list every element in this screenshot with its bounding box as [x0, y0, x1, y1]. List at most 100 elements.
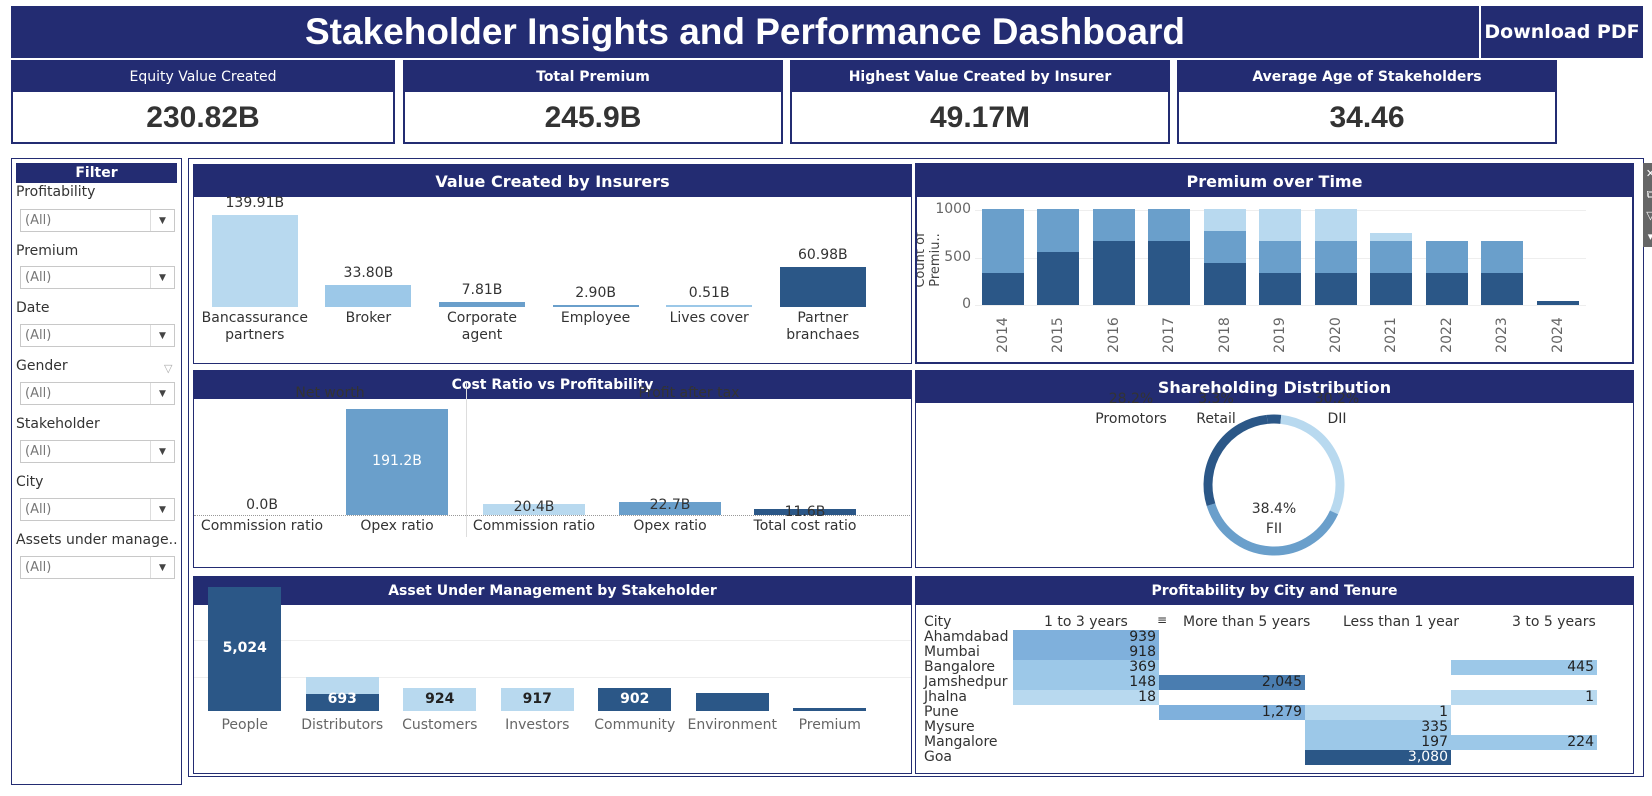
filter-label-gender: Gender: [16, 358, 68, 374]
value-cell: 369: [1013, 660, 1159, 675]
stacked-bar-segment: [981, 272, 1024, 305]
bar: [779, 266, 866, 307]
column-header-3-5[interactable]: 3 to 5 years: [1512, 614, 1596, 630]
data-label: 902: [620, 691, 650, 707]
kpi-card-equity-value: Equity Value Created 230.82B: [11, 60, 395, 144]
close-icon[interactable]: ✕: [1643, 163, 1652, 184]
shareholding-panel: Shareholding Distribution 28.2% Promotors…: [915, 370, 1634, 568]
value-cell: 224: [1451, 735, 1597, 750]
filter-label-premium: Premium: [16, 243, 79, 259]
kpi-card-total-premium: Total Premium 245.9B: [403, 60, 783, 144]
stacked-bar-segment: [1370, 272, 1413, 305]
data-label: 2.90B: [575, 285, 616, 301]
data-label: 917: [522, 691, 552, 707]
slice-name-label: FII: [1265, 521, 1283, 537]
chevron-down-icon[interactable]: ▼: [150, 499, 174, 520]
stacked-bar-segment: [1037, 252, 1080, 305]
filter-label-stakeholder: Stakeholder: [16, 416, 100, 432]
stacked-bar-segment: [1037, 208, 1080, 253]
column-header-1-3[interactable]: 1 to 3 years: [1044, 614, 1128, 630]
data-label: 60.98B: [797, 246, 848, 263]
cost-ratio-panel: Cost Ratio vs Profitability Net worth Pro…: [193, 370, 912, 568]
column-header-5plus[interactable]: More than 5 years: [1183, 614, 1310, 630]
panel-title: Asset Under Management by Stakeholder: [194, 577, 911, 605]
y-axis-label: Count of Premiu..: [915, 232, 943, 288]
x-tick-label: 2019: [1272, 317, 1289, 353]
chevron-down-icon[interactable]: ▼: [150, 267, 174, 288]
panel-title: Premium over Time: [917, 165, 1632, 197]
city-cell: Bangalore: [924, 659, 996, 675]
kpi-value: 34.46: [1329, 101, 1405, 134]
filter-title: Filter: [16, 163, 177, 183]
column-header-city[interactable]: City: [924, 614, 951, 630]
stacked-bar-segment: [1092, 240, 1135, 305]
data-label: 191.2B: [372, 453, 422, 469]
value-cell: 18: [1013, 690, 1159, 705]
stakeholder-filter-select[interactable]: (All) ▼: [20, 440, 175, 463]
kpi-value: 245.9B: [544, 101, 642, 134]
city-filter-select[interactable]: (All) ▼: [20, 498, 175, 521]
value-cell: 3,080: [1305, 750, 1451, 765]
kpi-label: Average Age of Stakeholders: [1179, 62, 1555, 92]
category-label: Commission ratio: [472, 518, 596, 534]
premium-over-time-panel: Premium over Time 0 500 1000 Count of Premi…: [915, 163, 1634, 364]
stacked-bar-segment: [1481, 272, 1524, 305]
table-row: Mysure 335: [916, 720, 1633, 735]
value-cell: 1: [1451, 690, 1597, 705]
bar: [793, 708, 867, 711]
panel-title: Profitability by City and Tenure: [916, 577, 1633, 605]
chevron-down-icon[interactable]: ▼: [150, 441, 174, 462]
assets-filter-select[interactable]: (All) ▼: [20, 556, 175, 579]
filter-panel: Filter Profitability (All) ▼ Premium (Al…: [11, 158, 182, 785]
select-value: (All): [25, 502, 52, 517]
table-row: Jhalna 18 1: [916, 690, 1633, 705]
category-label: Opex ratio: [360, 518, 434, 534]
funnel-icon[interactable]: ▽: [164, 362, 172, 375]
data-label: 0.51B: [688, 285, 730, 301]
select-value: (All): [25, 213, 52, 228]
value-cell: 148: [1013, 675, 1159, 690]
stacked-bar-segment: [1314, 208, 1357, 241]
donut-svg: [1203, 414, 1345, 556]
stacked-bar-segment: [1425, 240, 1468, 273]
category-label: Opex ratio: [633, 518, 707, 534]
city-cell: Mumbai: [924, 644, 980, 660]
chevron-down-icon[interactable]: ▼: [150, 325, 174, 346]
more-icon[interactable]: ▾: [1643, 226, 1652, 247]
x-tick-label: 2018: [1216, 317, 1233, 353]
filter-icon[interactable]: ▽: [1643, 205, 1652, 226]
stacked-bar-segment: [1370, 233, 1413, 241]
value-cell: 2,045: [1159, 675, 1305, 690]
slice-percent-label: 38.4%: [1251, 501, 1297, 517]
chevron-down-icon[interactable]: ▼: [150, 210, 174, 231]
sort-icon[interactable]: ≡: [1157, 613, 1167, 627]
slice-percent-label: 30.2%: [1314, 391, 1360, 407]
kpi-label: Total Premium: [405, 62, 781, 92]
kpi-card-highest-value: Highest Value Created by Insurer 49.17M: [790, 60, 1170, 144]
x-tick-label: 2023: [1494, 317, 1511, 353]
category-label: People: [221, 717, 268, 733]
value-cell: 939: [1013, 630, 1159, 645]
stacked-bar-segment: [1259, 272, 1302, 305]
gender-filter-select[interactable]: (All) ▼: [20, 382, 175, 405]
category-label: Employee: [560, 310, 631, 326]
date-filter-select[interactable]: (All) ▼: [20, 324, 175, 347]
filter-label-assets: Assets under manage..: [16, 532, 178, 548]
stacked-bar-segment: [1536, 301, 1579, 305]
value-created-panel: Value Created by Insurers 139.91B Bancass…: [193, 164, 912, 364]
chevron-down-icon[interactable]: ▼: [150, 383, 174, 404]
group-title: Profit after tax: [638, 385, 740, 401]
stacked-bar-segment: [1425, 272, 1468, 305]
profitability-filter-select[interactable]: (All) ▼: [20, 209, 175, 232]
premium-filter-select[interactable]: (All) ▼: [20, 266, 175, 289]
category-label: Commission ratio: [200, 518, 324, 534]
chevron-down-icon[interactable]: ▼: [150, 557, 174, 578]
column-header-lt1[interactable]: Less than 1 year: [1343, 614, 1459, 630]
stacked-bar-segment: [1092, 208, 1135, 241]
select-value: (All): [25, 560, 52, 575]
stacked-bar-segment: [981, 208, 1024, 273]
download-pdf-button[interactable]: Download PDF: [1481, 6, 1643, 58]
table-row: Mangalore 197 224: [916, 735, 1633, 750]
popout-icon[interactable]: ⧉: [1643, 184, 1652, 205]
category-label: Total cost ratio: [753, 518, 857, 534]
